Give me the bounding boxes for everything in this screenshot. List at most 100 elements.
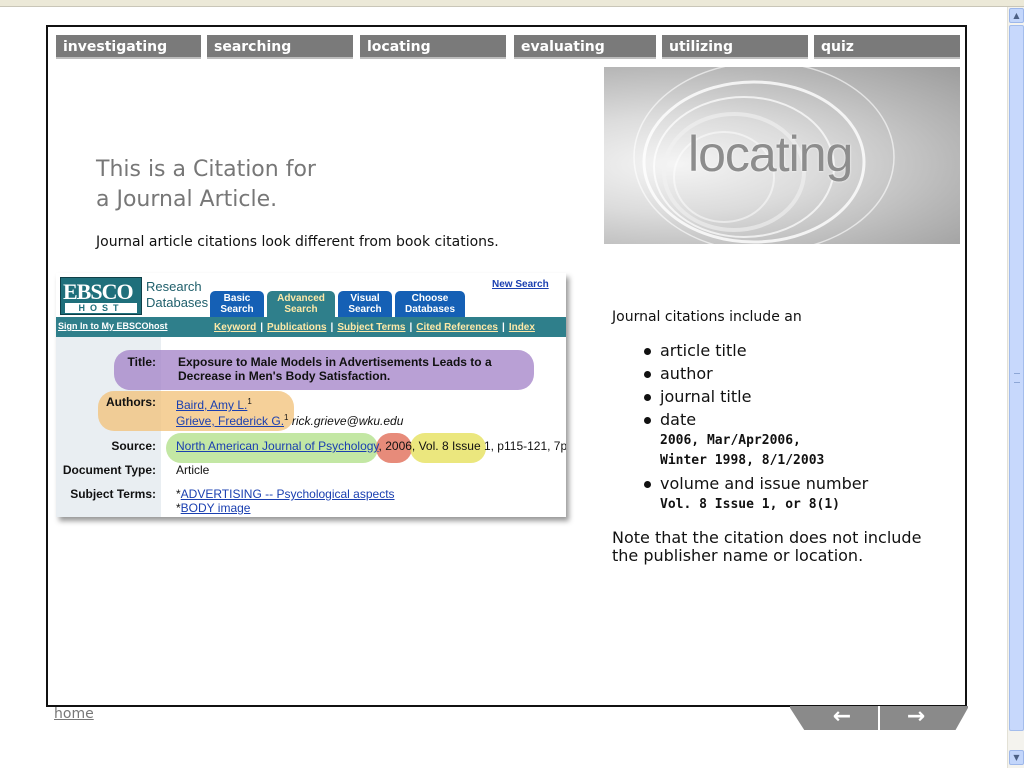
logo-text: EBSCO: [63, 279, 134, 304]
research-line-1: Research: [146, 279, 202, 294]
list-item: date 2006, Mar/Apr2006, Winter 1998, 8/1…: [644, 408, 952, 471]
subject-term-1-link: ADVERTISING -- Psychological aspects: [180, 487, 395, 501]
author-2: Grieve, Frederick G.1 rick.grieve@wku.ed…: [176, 413, 403, 428]
arrow-divider: [878, 706, 880, 730]
separator: |: [502, 322, 505, 333]
subject-term-2: *BODY image: [176, 501, 251, 515]
date-example-line-2: Winter 1998, 8/1/2003: [660, 453, 825, 468]
doctype-label: Document Type:: [62, 463, 156, 477]
home-link[interactable]: home: [54, 706, 94, 722]
scroll-down-icon[interactable]: ▼: [1009, 750, 1024, 765]
article-title: Exposure to Male Models in Advertisement…: [178, 355, 492, 383]
author-1-affiliation: 1: [247, 397, 252, 406]
tab-evaluating[interactable]: evaluating: [514, 35, 656, 59]
bullet-icon: [644, 394, 651, 401]
author-1: Baird, Amy L.1: [176, 397, 252, 412]
ebsco-new-search-link: New Search: [492, 279, 549, 290]
content-frame: investigating searching locating evaluat…: [46, 25, 967, 707]
tab-line-2: Search: [348, 304, 382, 315]
volume-example: Vol. 8 Issue 1, or 8(1): [660, 497, 841, 512]
date-example-line-1: 2006, Mar/Apr2006,: [660, 433, 801, 448]
list-item-label: volume and issue number: [660, 474, 869, 493]
hero-banner: locating: [604, 67, 960, 244]
citation-elements-list: article title author journal title date …: [612, 339, 952, 515]
heading-line-2: a Journal Article.: [96, 187, 278, 212]
ebsco-sign-in-link: Sign In to My EBSCOhost: [58, 321, 168, 331]
research-line-2: Databases: [146, 295, 209, 310]
list-item-label: article title: [660, 341, 747, 360]
logo-subtext: HOST: [65, 303, 137, 313]
ebsco-search-links: Keyword | Publications | Subject Terms | Cited…: [214, 322, 539, 333]
journal-link: North American Journal of Psychology: [176, 439, 379, 453]
separator: |: [260, 322, 264, 333]
top-nav: investigating searching locating evaluat…: [56, 35, 960, 59]
subject-terms-label: Subject Terms:: [70, 487, 156, 501]
author-2-link: Grieve, Frederick G.: [176, 414, 285, 428]
source-pages: , p115-121, 7p: [490, 439, 566, 453]
bullet-icon: [644, 371, 651, 378]
list-item: journal title: [644, 385, 952, 408]
vertical-scrollbar[interactable]: ▲ ▼: [1007, 7, 1024, 768]
list-item-label: journal title: [660, 387, 752, 406]
author-1-link: Baird, Amy L.: [176, 398, 248, 412]
research-databases-label: Research Databases: [146, 279, 208, 311]
tab-line-2: Search: [220, 304, 254, 315]
separator: |: [330, 322, 334, 333]
list-item: article title: [644, 339, 952, 362]
ebsco-citation-screenshot: EBSCO HOST Research Databases Basic Searc…: [56, 273, 566, 517]
tab-investigating[interactable]: investigating: [56, 35, 201, 59]
bullet-icon: [644, 348, 651, 355]
tab-line-1: Choose: [411, 293, 449, 304]
citation-elements-intro: Journal citations include an: [612, 309, 802, 325]
title-line-1: Exposure to Male Models in Advertisement…: [178, 355, 492, 369]
link-keyword: Keyword: [214, 322, 257, 333]
source-label: Source:: [111, 439, 156, 453]
grip-icon: [1014, 373, 1020, 383]
tab-line-2: Search: [284, 304, 318, 315]
page-navigation: ← →: [790, 706, 968, 730]
ebsco-tab-choose-databases: Choose Databases: [395, 291, 465, 317]
link-index: Index: [508, 322, 535, 333]
intro-text: Journal article citations look different…: [96, 234, 499, 250]
bullet-icon: [644, 417, 651, 424]
scroll-thumb[interactable]: [1009, 25, 1024, 731]
date-examples: 2006, Mar/Apr2006, Winter 1998, 8/1/2003: [660, 431, 952, 471]
tab-line-1: Visual: [350, 293, 380, 304]
title-line-2: Decrease in Men's Body Satisfaction.: [178, 369, 391, 383]
tab-line-2: Databases: [404, 304, 456, 315]
citation-elements-panel: Journal citations include an article tit…: [612, 309, 952, 565]
source-volume: Vol. 8 Issue 1: [418, 439, 491, 453]
ebsco-logo: EBSCO HOST: [60, 277, 142, 315]
scroll-up-icon[interactable]: ▲: [1009, 8, 1024, 23]
link-subject-terms: Subject Terms: [337, 322, 406, 333]
list-item-label: author: [660, 364, 713, 383]
title-label: Title:: [127, 355, 156, 369]
source-year: 2006: [385, 439, 412, 453]
subject-term-1: *ADVERTISING -- Psychological aspects: [176, 487, 395, 501]
author-2-affiliation: 1: [284, 413, 289, 422]
list-item: volume and issue number Vol. 8 Issue 1, …: [644, 472, 952, 515]
ebsco-tab-advanced-search: Advanced Search: [267, 291, 335, 317]
subject-terms-value: *ADVERTISING -- Psychological aspects *B…: [176, 487, 395, 515]
bullet-icon: [644, 481, 651, 488]
authors-label: Authors:: [106, 395, 156, 409]
heading-line-1: This is a Citation for: [96, 157, 316, 182]
author-2-email: rick.grieve@wku.edu: [291, 414, 404, 428]
link-cited-references: Cited References: [416, 322, 498, 333]
subject-term-2-link: BODY image: [180, 501, 251, 515]
arrow-left-icon[interactable]: ←: [812, 706, 872, 730]
arrow-right-icon[interactable]: →: [886, 706, 946, 730]
hero-title: locating: [688, 126, 853, 182]
tab-quiz[interactable]: quiz: [814, 35, 960, 59]
window-top-edge: [0, 0, 1024, 7]
ebsco-tab-visual-search: Visual Search: [338, 291, 392, 317]
tab-utilizing[interactable]: utilizing: [662, 35, 808, 59]
link-publications: Publications: [267, 322, 327, 333]
page-heading: This is a Citation for a Journal Article…: [96, 155, 316, 215]
tab-line-1: Advanced: [277, 293, 325, 304]
source-value: North American Journal of Psychology, 20…: [176, 439, 566, 453]
tab-locating[interactable]: locating: [360, 35, 506, 59]
list-item-label: date: [660, 410, 697, 429]
tab-searching[interactable]: searching: [207, 35, 353, 59]
doctype-value: Article: [176, 463, 210, 477]
